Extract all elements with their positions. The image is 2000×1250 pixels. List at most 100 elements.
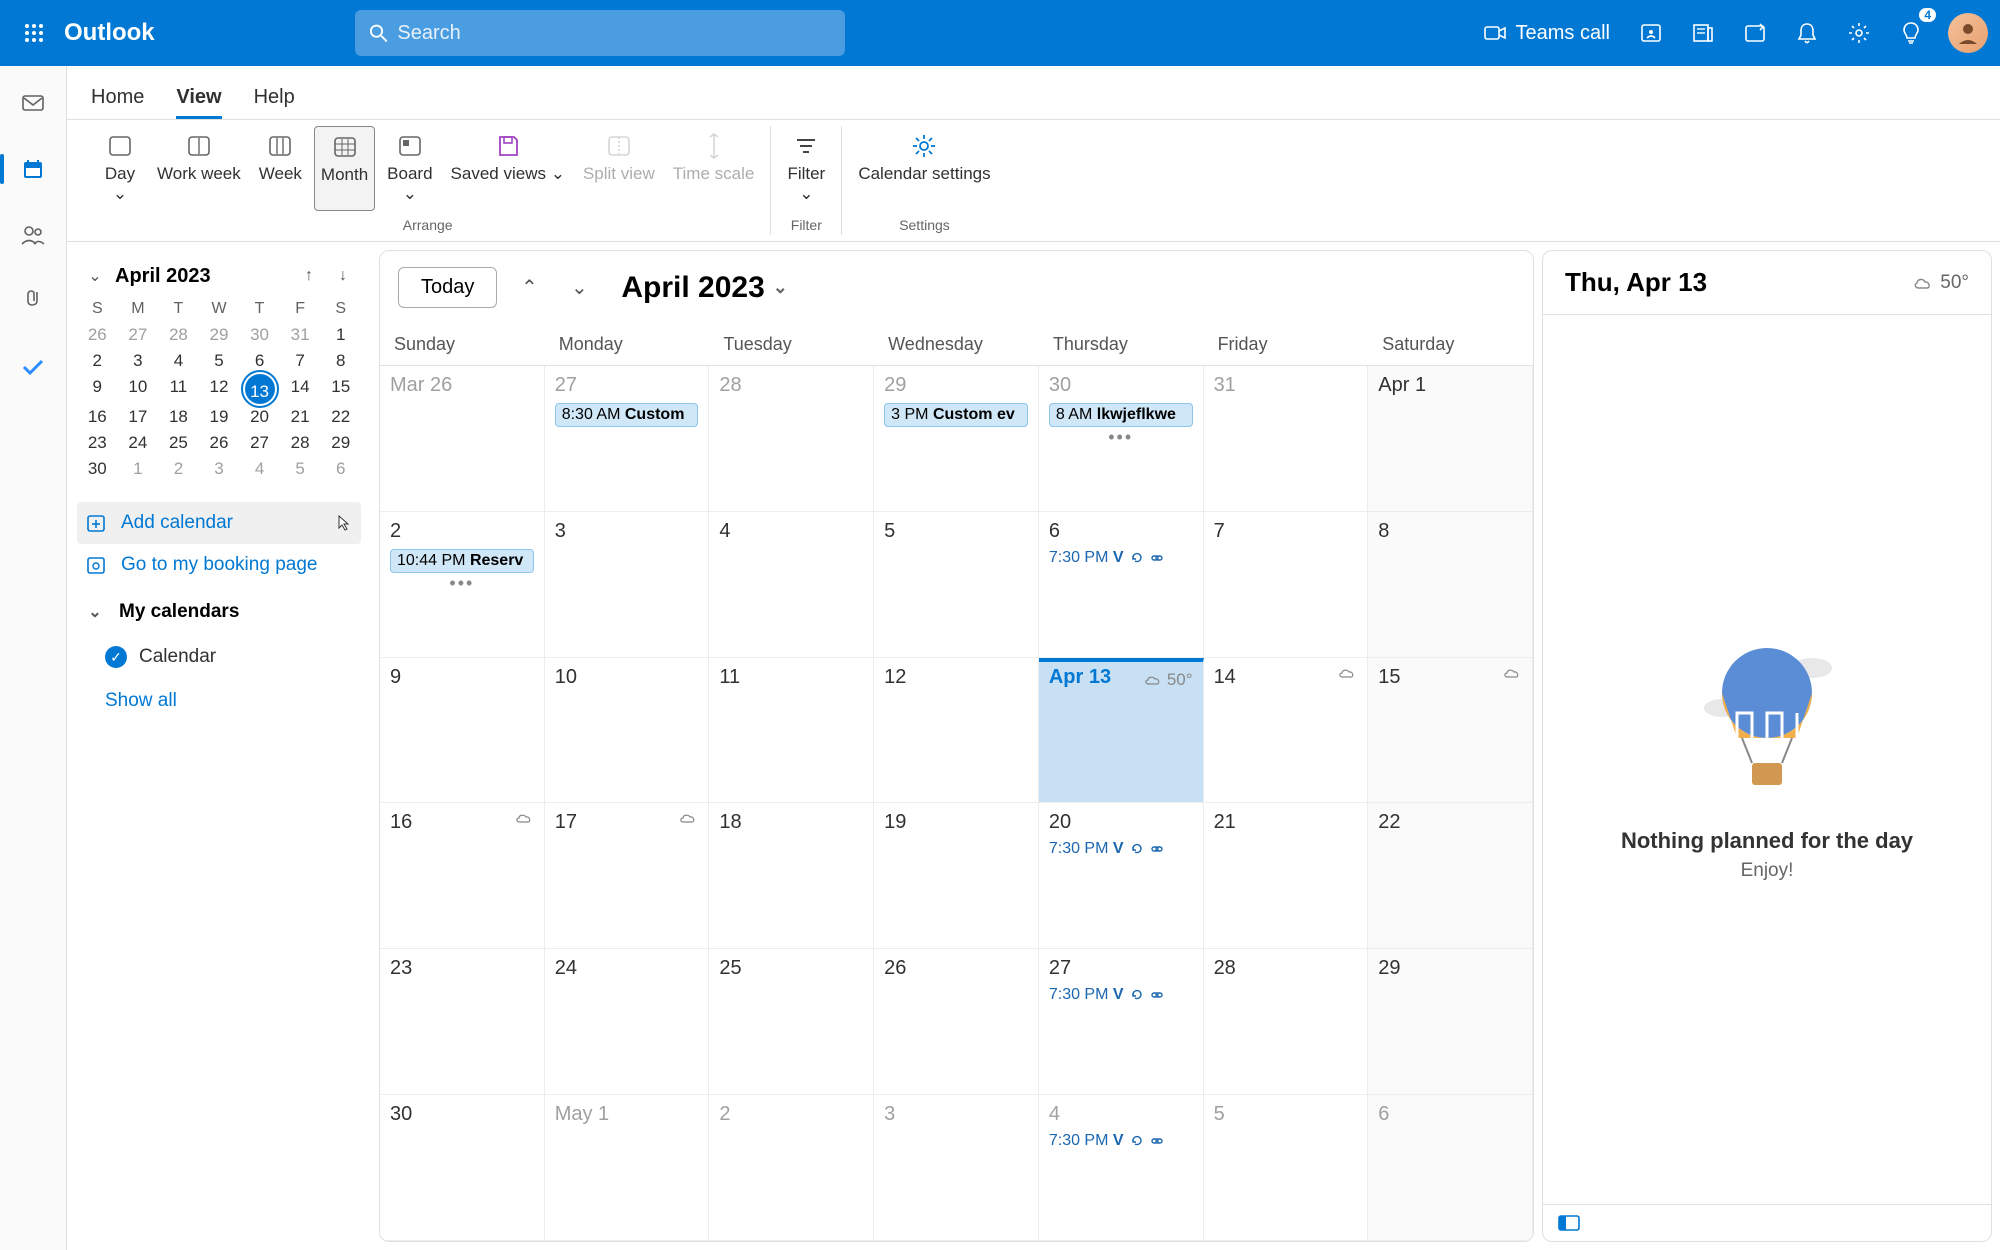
minical-day[interactable]: 24 [118,430,159,456]
minical-day[interactable]: 10 [118,374,159,404]
news-icon[interactable] [1680,10,1726,56]
calendar-cell[interactable]: 23 [380,949,545,1095]
minical-day[interactable]: 29 [320,430,361,456]
calendar-cell[interactable]: 308 AM lkwjeflkwe••• [1039,366,1204,512]
calendar-cell[interactable]: 3 [545,512,710,658]
calendar-event[interactable]: 8:30 AM Custom [555,403,699,427]
minical-day[interactable]: 3 [118,348,159,374]
minical-day[interactable]: 11 [158,374,199,404]
minical-day[interactable]: 25 [158,430,199,456]
calendar-cell[interactable]: 28 [709,366,874,512]
calendar-cell[interactable]: 10 [545,658,710,804]
tips-icon[interactable]: 4 [1888,10,1934,56]
files-icon[interactable] [12,280,54,322]
minical-day[interactable]: 20 [239,404,280,430]
calendar-settings-button[interactable]: Calendar settings [852,126,996,190]
calendar-cell[interactable]: 16 [380,803,545,949]
search-input[interactable] [397,22,830,45]
people-icon[interactable] [12,214,54,256]
calendar-cell[interactable]: 19 [874,803,1039,949]
calendar-cell[interactable]: 207:30 PM V [1039,803,1204,949]
calendar-title[interactable]: April 2023 ⌄ [621,271,788,305]
calendar-cell[interactable]: 4 [709,512,874,658]
minical-day[interactable]: 21 [280,404,321,430]
view-month-button[interactable]: Month [314,126,375,211]
minical-day[interactable]: 5 [280,456,321,482]
calendar-event[interactable]: 7:30 PM V [1049,986,1193,1004]
calendar-cell[interactable]: 277:30 PM V [1039,949,1204,1095]
minical-day[interactable]: 3 [199,456,240,482]
minical-day[interactable]: 23 [77,430,118,456]
collapse-minical-icon[interactable]: ⌄ [81,262,109,290]
day-icon[interactable] [1732,10,1778,56]
calendar-cell[interactable]: 31 [1204,366,1369,512]
minical-day[interactable]: 28 [158,322,199,348]
calendar-event[interactable]: 8 AM lkwjeflkwe [1049,403,1193,427]
minical-day[interactable]: 7 [280,348,321,374]
minical-day[interactable]: 2 [158,456,199,482]
minical-day[interactable]: 26 [77,322,118,348]
calendar-cell[interactable]: 6 [1368,1095,1533,1241]
minical-day[interactable]: 5 [199,348,240,374]
calendar-cell[interactable]: 7 [1204,512,1369,658]
calendar-cell[interactable]: 8 [1368,512,1533,658]
calendar-cell[interactable]: 12 [874,658,1039,804]
calendar-cell[interactable]: 24 [545,949,710,1095]
minical-day[interactable]: 1 [320,322,361,348]
minical-day[interactable]: 15 [320,374,361,404]
calendar-cell[interactable]: 22 [1368,803,1533,949]
prev-month-button[interactable]: ⌃ [511,270,547,306]
calendar-cell[interactable]: 3 [874,1095,1039,1241]
show-all-link[interactable]: Show all [77,676,361,720]
view-workweek-button[interactable]: Work week [151,126,247,211]
calendar-cell[interactable]: 2 [709,1095,874,1241]
mail-icon[interactable] [12,82,54,124]
minical-day[interactable]: 27 [239,430,280,456]
calendar-cell[interactable]: 278:30 AM Custom [545,366,710,512]
booking-page-button[interactable]: Go to my booking page [77,544,361,586]
minical-day[interactable]: 6 [239,348,280,374]
tab-view[interactable]: View [176,86,221,119]
minical-day[interactable]: 1 [118,456,159,482]
minical-day[interactable]: 19 [199,404,240,430]
tab-help[interactable]: Help [254,86,295,119]
minical-day[interactable]: 27 [118,322,159,348]
calendar-item[interactable]: ✓ Calendar [77,638,361,676]
calendar-cell[interactable]: 21 [1204,803,1369,949]
next-month-button[interactable]: ⌄ [561,270,597,306]
calendar-cell[interactable]: 30 [380,1095,545,1241]
calendar-cell[interactable]: 5 [874,512,1039,658]
minical-day[interactable]: 22 [320,404,361,430]
minical-day[interactable]: 28 [280,430,321,456]
minical-day[interactable]: 4 [158,348,199,374]
minical-prev[interactable]: ↑ [295,262,323,290]
minical-day[interactable]: 29 [199,322,240,348]
notifications-icon[interactable] [1784,10,1830,56]
minical-day[interactable]: 18 [158,404,199,430]
calendar-cell[interactable]: Apr 1 [1368,366,1533,512]
calendar-cell[interactable]: May 1 [545,1095,710,1241]
minical-day[interactable]: 30 [239,322,280,348]
minical-day[interactable]: 9 [77,374,118,404]
minical-day[interactable]: 12 [199,374,240,404]
minical-day[interactable]: 30 [77,456,118,482]
today-button[interactable]: Today [398,267,497,308]
minical-day[interactable]: 14 [280,374,321,404]
calendar-cell[interactable]: 26 [874,949,1039,1095]
view-week-button[interactable]: Week [253,126,308,211]
calendar-cell[interactable]: 11 [709,658,874,804]
more-events[interactable]: ••• [390,573,534,594]
calendar-cell[interactable]: 15 [1368,658,1533,804]
todo-icon[interactable] [12,346,54,388]
calendar-cell[interactable]: 293 PM Custom ev [874,366,1039,512]
calendar-cell[interactable]: 9 [380,658,545,804]
add-calendar-button[interactable]: Add calendar [77,502,361,544]
calendar-cell[interactable]: 14 [1204,658,1369,804]
minical-day[interactable]: 26 [199,430,240,456]
view-board-button[interactable]: Board⌄ [381,126,438,211]
calendar-cell[interactable]: 210:44 PM Reserv••• [380,512,545,658]
my-calendars-section[interactable]: ⌄ My calendars [77,586,361,638]
calendar-icon[interactable] [12,148,54,190]
app-launcher[interactable] [12,11,56,55]
minical-day[interactable]: 16 [77,404,118,430]
